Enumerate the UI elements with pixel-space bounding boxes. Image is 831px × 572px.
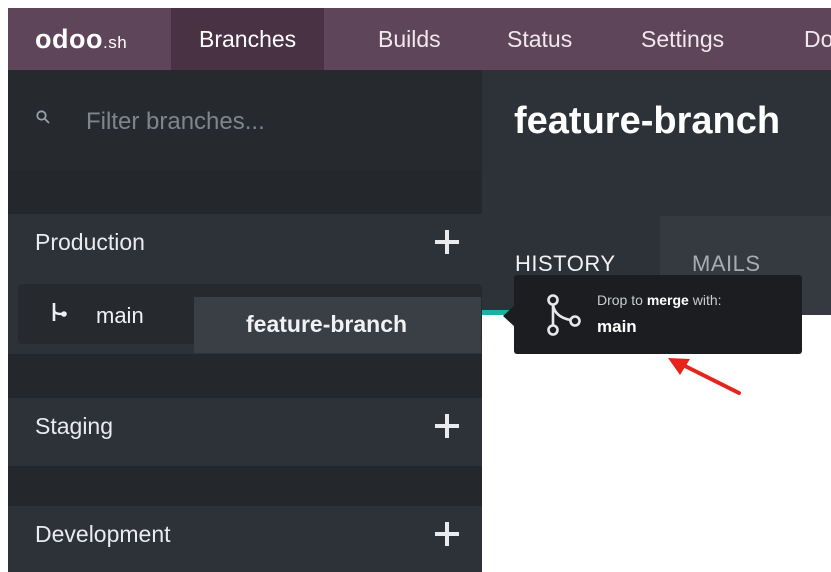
production-section-title: Production xyxy=(35,229,145,255)
search-icon xyxy=(36,110,50,124)
staging-section-header: Staging xyxy=(8,398,482,458)
nav-branches[interactable]: Branches xyxy=(171,8,325,70)
sidebar-divider xyxy=(8,466,482,506)
merge-icon xyxy=(547,294,581,336)
dragged-branch-label: feature-branch xyxy=(246,311,408,337)
nav-status[interactable]: Status xyxy=(507,8,572,70)
filter-branches-input[interactable] xyxy=(86,104,446,140)
nav-settings[interactable]: Settings xyxy=(641,8,724,70)
red-arrow-icon xyxy=(668,358,741,395)
add-staging-branch-icon[interactable] xyxy=(434,413,460,439)
add-production-branch-icon[interactable] xyxy=(434,229,460,255)
top-nav: odoo.sh Branches Builds Status Settings … xyxy=(8,8,831,70)
tab-history[interactable]: HISTORY xyxy=(515,251,616,277)
merge-drop-tooltip: Drop to merge with: main xyxy=(514,275,802,354)
dragged-branch-chip[interactable]: feature-branch xyxy=(194,297,481,353)
sidebar-divider xyxy=(8,170,482,214)
odoo-sh-logo[interactable]: odoo.sh xyxy=(35,24,127,55)
nav-builds[interactable]: Builds xyxy=(378,8,441,70)
development-section-header: Development xyxy=(8,506,482,566)
sidebar-divider xyxy=(8,354,482,398)
tooltip-action: merge xyxy=(646,292,689,308)
development-section-title: Development xyxy=(35,521,171,547)
branch-filter-bar xyxy=(8,70,482,170)
tooltip-instruction: Drop to merge with: xyxy=(597,292,722,308)
logo-suffix: .sh xyxy=(102,33,128,52)
tab-mails[interactable]: MAILS xyxy=(692,251,761,277)
nav-docs[interactable]: Do xyxy=(804,8,831,70)
add-development-branch-icon[interactable] xyxy=(434,521,460,547)
branch-title: feature-branch xyxy=(514,100,781,142)
staging-section-title: Staging xyxy=(35,413,114,439)
logo-text: odoo xyxy=(35,24,103,54)
tooltip-target-branch: main xyxy=(597,317,637,336)
production-section-header: Production xyxy=(8,214,482,274)
branch-icon xyxy=(52,303,67,321)
branch-label-main: main xyxy=(96,303,144,328)
